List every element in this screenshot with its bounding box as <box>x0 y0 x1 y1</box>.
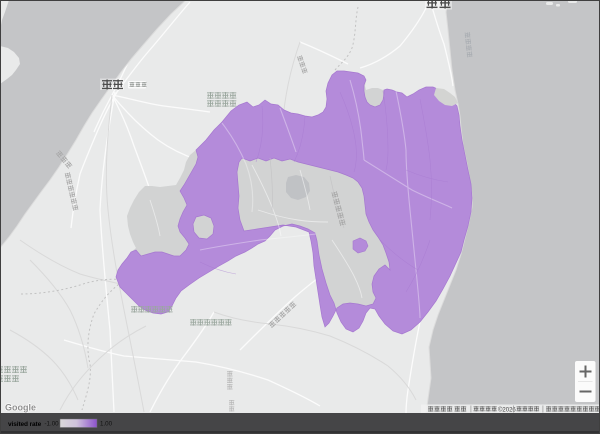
svg-text:1.00: 1.00 <box>100 421 113 428</box>
svg-text:visited rate: visited rate <box>8 421 42 428</box>
svg-text:-1.00: -1.00 <box>45 421 60 428</box>
svg-text:Google: Google <box>5 403 36 413</box>
